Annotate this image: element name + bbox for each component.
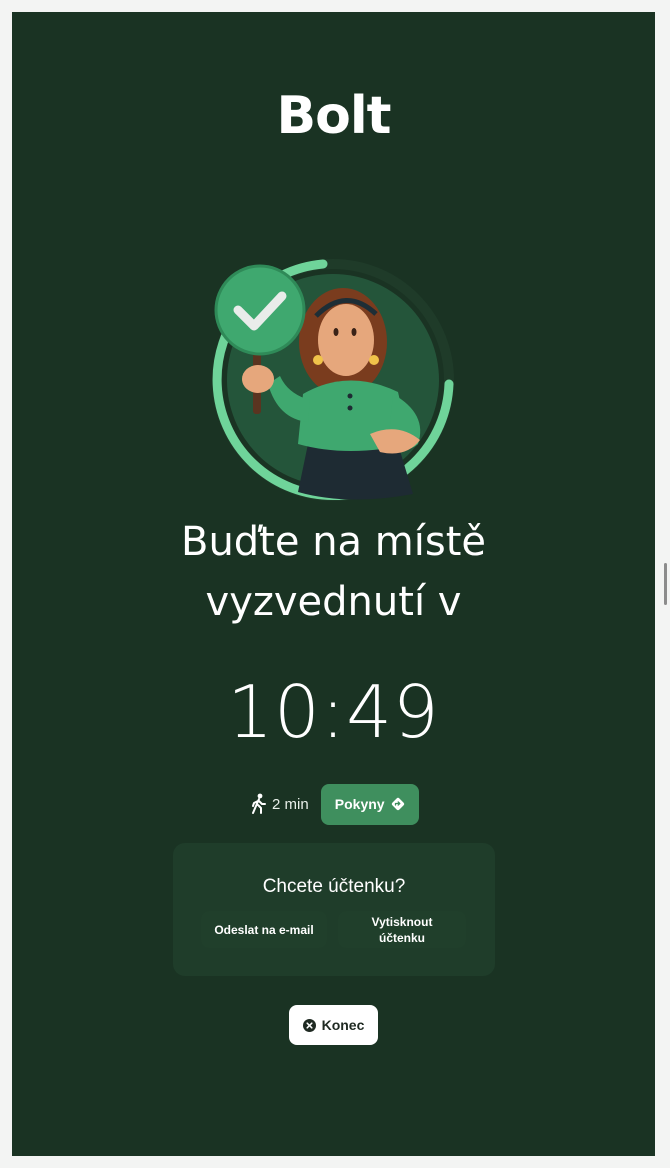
- print-receipt-button[interactable]: Vytisknout účtenku: [338, 911, 466, 948]
- close-circle-icon: [302, 1018, 316, 1032]
- pickup-time: 10:49: [227, 670, 440, 754]
- bolt-logo: Bolt: [276, 86, 391, 146]
- app-frame: Bolt Buďte na místě vyzvednutí v 10:49 2…: [12, 12, 655, 1156]
- person-walking-icon: [252, 793, 266, 814]
- receipt-card: Chcete účtenku? Odeslat na e-mail Vytisk…: [173, 843, 495, 976]
- walk-row: 2 min Pokyny: [250, 782, 419, 826]
- pickup-illustration: [212, 259, 454, 501]
- directions-diamond-icon: [391, 797, 404, 811]
- page-title: Buďte na místě vyzvednutí v: [12, 512, 655, 632]
- receipt-question: Chcete účtenku?: [262, 876, 406, 897]
- end-button[interactable]: Konec: [289, 1005, 378, 1045]
- walk-info: 2 min: [250, 793, 309, 815]
- end-label: Konec: [321, 1017, 365, 1033]
- directions-label: Pokyny: [334, 796, 385, 812]
- title-line-2: vyzvednutí v: [205, 579, 462, 625]
- title-line-1: Buďte na místě: [181, 519, 486, 565]
- send-email-button[interactable]: Odeslat na e-mail: [201, 911, 327, 948]
- page-scrollbar[interactable]: [664, 563, 667, 605]
- walk-time: 2 min: [272, 795, 309, 813]
- directions-button[interactable]: Pokyny: [320, 783, 419, 825]
